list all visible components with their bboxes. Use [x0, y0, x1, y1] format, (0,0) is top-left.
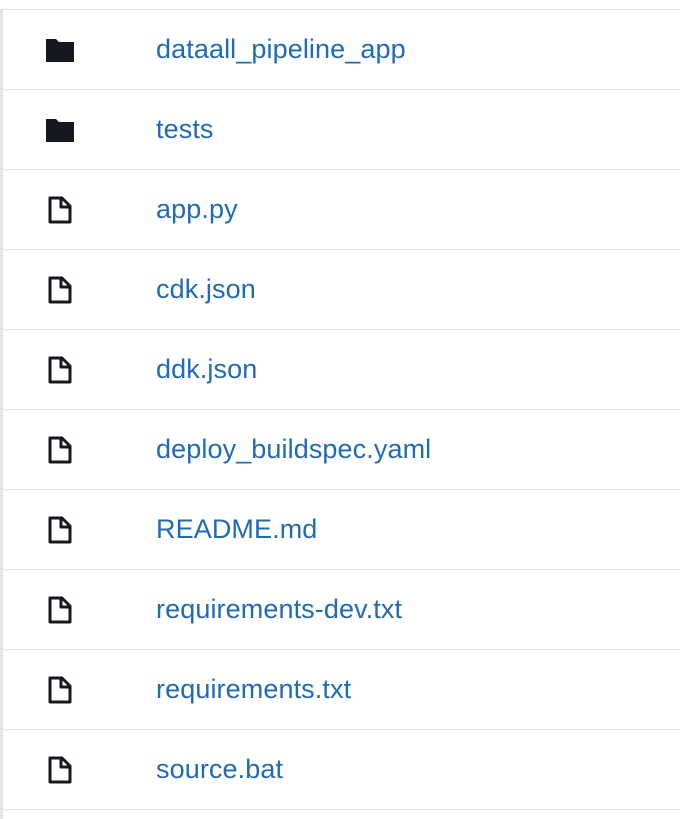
file-name-link[interactable]: README.md — [156, 514, 317, 545]
list-item[interactable]: tests — [3, 90, 680, 170]
list-item[interactable]: README.md — [3, 490, 680, 570]
file-icon — [45, 595, 75, 625]
file-name-link[interactable]: dataall_pipeline_app — [156, 34, 406, 65]
file-name-link[interactable]: ddk.json — [156, 354, 257, 385]
list-item[interactable]: deploy_buildspec.yaml — [3, 410, 680, 490]
file-icon — [45, 515, 75, 545]
file-name-link[interactable]: source.bat — [156, 754, 283, 785]
file-name-link[interactable]: cdk.json — [156, 274, 256, 305]
file-icon — [45, 755, 75, 785]
file-icon — [45, 435, 75, 465]
list-item[interactable]: cdk.json — [3, 250, 680, 330]
file-name-link[interactable]: requirements.txt — [156, 674, 351, 705]
file-list: dataall_pipeline_app tests app.py cdk.js… — [0, 9, 680, 819]
list-item[interactable]: app.py — [3, 170, 680, 250]
file-icon — [45, 355, 75, 385]
file-name-link[interactable]: app.py — [156, 194, 238, 225]
list-item[interactable]: requirements.txt — [3, 650, 680, 730]
file-icon — [45, 195, 75, 225]
list-item[interactable]: dataall_pipeline_app — [3, 10, 680, 90]
file-name-link[interactable]: deploy_buildspec.yaml — [156, 434, 431, 465]
list-item[interactable]: requirements-dev.txt — [3, 570, 680, 650]
list-item[interactable]: ddk.json — [3, 330, 680, 410]
folder-icon — [45, 115, 75, 145]
file-name-link[interactable]: tests — [156, 114, 214, 145]
list-item[interactable]: source.bat — [3, 730, 680, 810]
file-icon — [45, 275, 75, 305]
folder-icon — [45, 35, 75, 65]
file-icon — [45, 675, 75, 705]
file-name-link[interactable]: requirements-dev.txt — [156, 594, 402, 625]
